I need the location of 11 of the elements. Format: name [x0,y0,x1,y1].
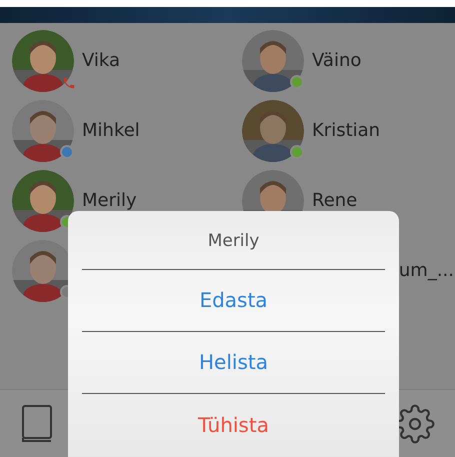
contact-name[interactable]: um_... [398,261,454,281]
contact-name[interactable]: Mihkel [82,121,140,141]
dialog-action-button[interactable]: Helista [82,332,385,394]
contact-name[interactable]: Väino [312,51,362,71]
contact-name[interactable]: Vika [82,51,120,71]
contact-name[interactable]: Kristian [312,121,380,141]
dialog-action-button[interactable]: Tühista [82,394,385,456]
contact-name[interactable]: Rene [312,191,358,211]
contact-name[interactable]: Merily [82,191,137,211]
dialog-action-button[interactable]: Edasta [82,270,385,332]
dialog-title: Merily [82,211,385,270]
